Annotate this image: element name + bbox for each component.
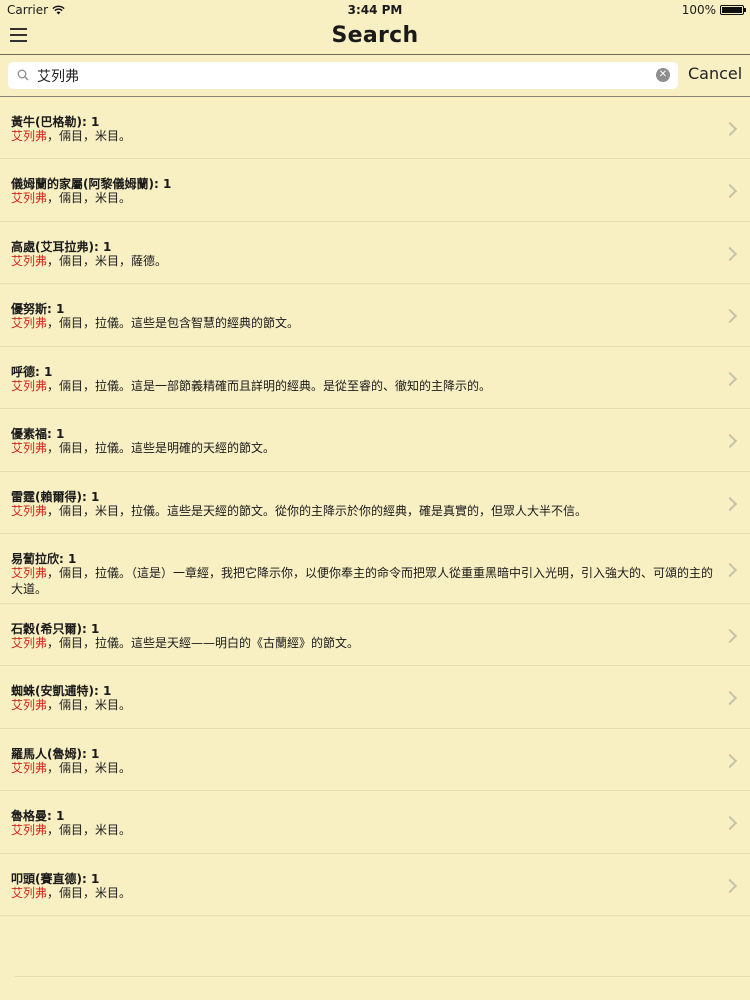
result-text: ，倆目，米目，薩德。 (47, 254, 168, 268)
result-highlight: 艾列弗 (11, 316, 48, 330)
status-bar: Carrier 3:44 PM 100% (0, 0, 750, 22)
result-snippet: 艾列弗，倆目，拉儀。這些是明確的天經的節文。 (11, 440, 723, 456)
result-highlight: 艾列弗 (11, 191, 48, 205)
list-item[interactable]: 雷霆(賴爾得): 1 艾列弗，倆目，米目，拉儀。這些是天經的節文。從你的主降示於… (0, 472, 750, 534)
search-row: ✕ Cancel (0, 55, 750, 96)
list-item[interactable]: 黃牛(巴格勒): 1 艾列弗，倆目，米目。 (0, 97, 750, 159)
result-snippet: 艾列弗，倆目，米目。 (11, 697, 723, 713)
chevron-right-icon (722, 308, 738, 324)
battery-percent: 100% (681, 3, 716, 17)
result-highlight: 艾列弗 (11, 761, 48, 775)
result-text: ，倆目，米目。 (47, 129, 132, 143)
list-item[interactable]: 高處(艾耳拉弗): 1 艾列弗，倆目，米目，薩德。 (0, 222, 750, 284)
result-text: ，倆目，拉儀。這些是明確的天經的節文。 (47, 441, 276, 455)
result-highlight: 艾列弗 (11, 254, 48, 268)
clear-icon[interactable]: ✕ (656, 68, 670, 82)
battery-group: 100% (681, 3, 746, 17)
search-box[interactable]: ✕ (8, 62, 678, 89)
chevron-right-icon (722, 246, 738, 262)
page-title: Search (331, 23, 419, 48)
list-item[interactable]: 蜘蛛(安凱逋特): 1 艾列弗，倆目，米目。 (0, 666, 750, 729)
result-text: ，倆目，米目。 (47, 823, 132, 837)
search-icon (17, 69, 29, 81)
result-highlight: 艾列弗 (11, 886, 48, 900)
chevron-right-icon (722, 815, 738, 831)
chevron-right-icon (722, 562, 738, 578)
list-item[interactable]: 儀姆蘭的家屬(阿黎儀姆蘭): 1 艾列弗，倆目，米目。 (0, 159, 750, 222)
result-highlight: 艾列弗 (11, 441, 48, 455)
result-text: ，倆目，拉儀。這是一部節義精確而且詳明的經典。是從至睿的、徹知的主降示的。 (47, 379, 492, 393)
empty-row-divider (15, 976, 750, 977)
result-text: ，倆目，米目，拉儀。這些是天經的節文。從你的主降示於你的經典，確是真實的，但眾人… (47, 504, 588, 518)
result-text: ，倆目，米目。 (47, 191, 132, 205)
chevron-right-icon (722, 433, 738, 449)
list-item[interactable]: 易蔔拉欣: 1 艾列弗，倆目，拉儀。（這是）一章經，我把它降示你，以便你奉主的命… (0, 534, 750, 604)
chevron-right-icon (722, 628, 738, 644)
battery-icon (720, 5, 746, 15)
list-item[interactable]: 優素福: 1 艾列弗，倆目，拉儀。這些是明確的天經的節文。 (0, 409, 750, 472)
result-snippet: 艾列弗，倆目，米目。 (11, 822, 723, 838)
list-item[interactable]: 呼德: 1 艾列弗，倆目，拉儀。這是一部節義精確而且詳明的經典。是從至睿的、徹知… (0, 347, 750, 409)
list-item[interactable]: 石穀(希只爾): 1 艾列弗，倆目，拉儀。這些是天經——明白的《古蘭經》的節文。 (0, 604, 750, 666)
result-text: ，倆目，米目。 (47, 886, 132, 900)
nav-bar: Search (0, 22, 750, 54)
chevron-right-icon (722, 496, 738, 512)
chevron-right-icon (722, 121, 738, 137)
results-list: 黃牛(巴格勒): 1 艾列弗，倆目，米目。 儀姆蘭的家屬(阿黎儀姆蘭): 1 艾… (0, 97, 750, 916)
result-text: ，倆目，拉儀。這些是天經——明白的《古蘭經》的節文。 (47, 636, 360, 650)
list-item[interactable]: 叩頭(賽直德): 1 艾列弗，倆目，米目。 (0, 854, 750, 916)
chevron-right-icon (722, 183, 738, 199)
result-text: ，倆目，米目。 (47, 761, 132, 775)
cancel-button[interactable]: Cancel (688, 64, 742, 83)
result-snippet: 艾列弗，倆目，米目。 (11, 128, 723, 144)
result-snippet: 艾列弗，倆目，米目。 (11, 885, 723, 901)
list-item[interactable]: 羅馬人(魯姆): 1 艾列弗，倆目，米目。 (0, 729, 750, 791)
result-highlight: 艾列弗 (11, 129, 48, 143)
result-snippet: 艾列弗，倆目，拉儀。（這是）一章經，我把它降示你，以便你奉主的命令而把眾人從重重… (11, 565, 723, 597)
result-highlight: 艾列弗 (11, 504, 48, 518)
result-text: ，倆目，拉儀。（這是）一章經，我把它降示你，以便你奉主的命令而把眾人從重重黑暗中… (11, 566, 714, 596)
result-text: ，倆目，拉儀。這些是包含智慧的經典的節文。 (47, 316, 300, 330)
result-highlight: 艾列弗 (11, 379, 48, 393)
result-snippet: 艾列弗，倆目，拉儀。這些是包含智慧的經典的節文。 (11, 315, 723, 331)
result-highlight: 艾列弗 (11, 698, 48, 712)
result-snippet: 艾列弗，倆目，拉儀。這是一部節義精確而且詳明的經典。是從至睿的、徹知的主降示的。 (11, 378, 723, 394)
search-input[interactable] (37, 65, 637, 86)
list-item[interactable]: 優努斯: 1 艾列弗，倆目，拉儀。這些是包含智慧的經典的節文。 (0, 284, 750, 347)
result-text: ，倆目，米目。 (47, 698, 132, 712)
result-highlight: 艾列弗 (11, 636, 48, 650)
status-time: 3:44 PM (347, 3, 403, 17)
result-highlight: 艾列弗 (11, 823, 48, 837)
chevron-right-icon (722, 690, 738, 706)
result-snippet: 艾列弗，倆目，拉儀。這些是天經——明白的《古蘭經》的節文。 (11, 635, 723, 651)
result-snippet: 艾列弗，倆目，米目，薩德。 (11, 253, 723, 269)
result-highlight: 艾列弗 (11, 566, 48, 580)
chevron-right-icon (722, 878, 738, 894)
result-snippet: 艾列弗，倆目，米目。 (11, 760, 723, 776)
list-item[interactable]: 魯格曼: 1 艾列弗，倆目，米目。 (0, 791, 750, 854)
result-snippet: 艾列弗，倆目，米目，拉儀。這些是天經的節文。從你的主降示於你的經典，確是真實的，… (11, 503, 723, 519)
chevron-right-icon (722, 371, 738, 387)
chevron-right-icon (722, 753, 738, 769)
result-snippet: 艾列弗，倆目，米目。 (11, 190, 723, 206)
